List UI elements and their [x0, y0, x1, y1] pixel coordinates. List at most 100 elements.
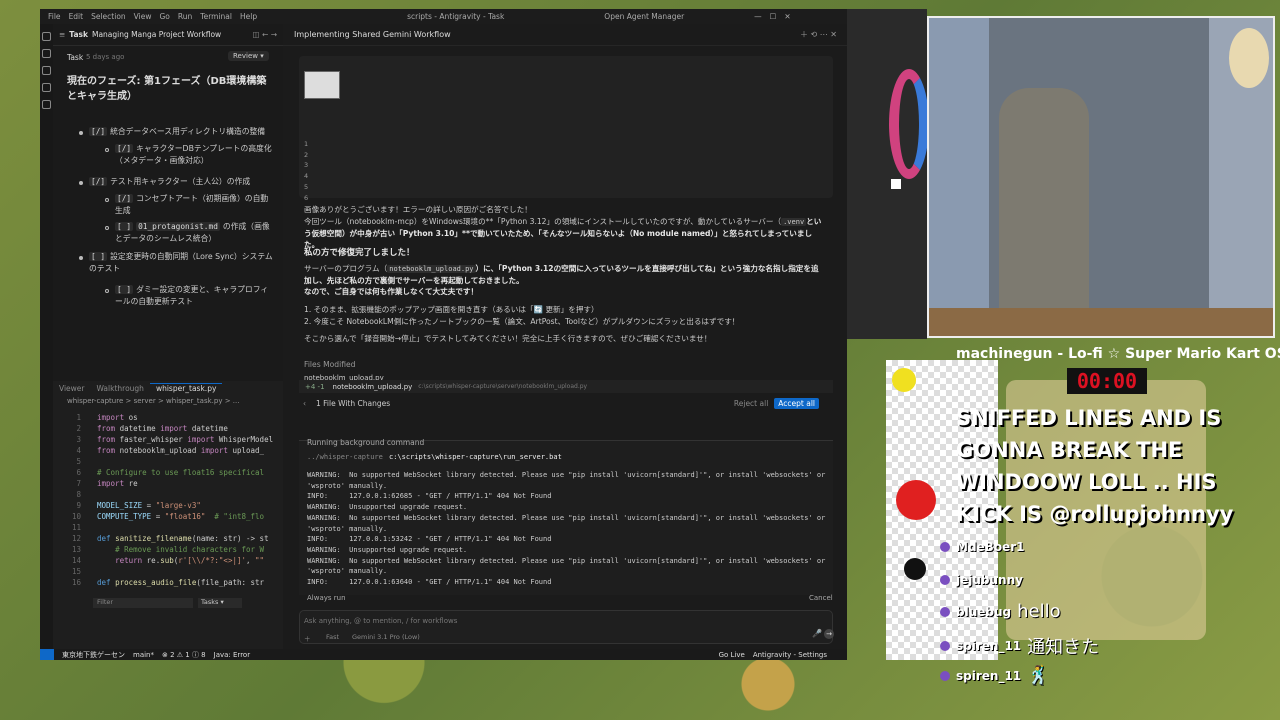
- line-number: 16: [71, 578, 81, 587]
- always-run-option[interactable]: Always run: [307, 594, 346, 602]
- code-line: from notebooklm_upload import upload_: [97, 446, 265, 455]
- line-number: 14: [71, 556, 81, 565]
- tasks-select[interactable]: Tasks ▾: [198, 598, 242, 608]
- menu-selection[interactable]: Selection: [91, 12, 126, 21]
- desk: [929, 308, 1273, 336]
- diff-stat: +4 -1: [305, 382, 325, 391]
- code-line: # Remove invalid characters for W: [115, 545, 265, 554]
- reject-all-button[interactable]: Reject all: [734, 399, 768, 408]
- code-line: COMPUTE_TYPE = "float16" # "int8_flo: [97, 512, 265, 521]
- filter-input[interactable]: Filter: [93, 598, 193, 608]
- color-wheel[interactable]: [889, 69, 929, 179]
- menu-help[interactable]: Help: [240, 12, 257, 21]
- run-debug-icon[interactable]: [42, 83, 51, 92]
- task-header-label: Task: [69, 30, 88, 39]
- menu-terminal[interactable]: Terminal: [200, 12, 232, 21]
- chat-input[interactable]: Ask anything, @ to mention, / for workfl…: [304, 617, 457, 625]
- avatar: [940, 575, 950, 585]
- task-item: [ ] 設定変更時の自動同期（Lore Sync）システムのテスト: [89, 252, 273, 273]
- terminal-line: WARNING: Unsupported upgrade request.: [307, 503, 468, 512]
- step-item: 1. そのまま、拡張機能のポップアップ画面を開き直す（あるいは「🔄 更新」を押す…: [304, 305, 599, 314]
- line-number: 8: [76, 490, 81, 499]
- review-button[interactable]: Review ▾: [228, 51, 269, 61]
- menu-view[interactable]: View: [134, 12, 152, 21]
- accept-all-button[interactable]: Accept all: [774, 397, 819, 409]
- activity-bar: [40, 24, 53, 649]
- send-icon[interactable]: →: [824, 629, 834, 639]
- terminal-panel: Running background command ../whisper-ca…: [299, 438, 833, 595]
- task-item: [ ] ダミー設定の変更と、キャラプロフィールの自動更新テスト: [115, 285, 269, 306]
- chat-text: 通知きた: [1027, 637, 1100, 658]
- remote-icon[interactable]: [40, 649, 54, 660]
- split-icon[interactable]: ◫ ← →: [253, 30, 277, 39]
- code-line: import re: [97, 479, 138, 488]
- chat-message: spiren_11 通知きた: [940, 633, 1099, 659]
- tab-viewer[interactable]: Viewer: [53, 384, 91, 393]
- message-heading: 私の方で修復完了しました！: [304, 248, 415, 258]
- extensions-icon[interactable]: [42, 100, 51, 109]
- explorer-icon[interactable]: [42, 32, 51, 41]
- tab-walkthrough[interactable]: Walkthrough: [91, 384, 150, 393]
- breadcrumb[interactable]: whisper-capture > server > whisper_task.…: [53, 395, 283, 407]
- chat-message: MdeBoer1: [940, 540, 1030, 554]
- menu-file[interactable]: File: [48, 12, 61, 21]
- color-swatch[interactable]: [891, 179, 901, 189]
- task-item: [ ] 01_protagonist.md の作成（画像とデータのシームレス統合）: [115, 222, 270, 243]
- terminal-line: WARNING: No supported WebSocket library …: [307, 471, 826, 479]
- stream-alert: SNIFFED LINES AND IS GONNA BREAK THE WIN…: [956, 406, 1234, 526]
- terminal-cwd: ../whisper-capture: [307, 453, 383, 461]
- bullet: [79, 131, 83, 135]
- chat-input-box[interactable]: Ask anything, @ to mention, / for workfl…: [299, 610, 834, 644]
- status-branch[interactable]: main*: [133, 651, 154, 659]
- code-editor[interactable]: Viewer Walkthrough whisper_task.py whisp…: [53, 381, 283, 649]
- minimize-icon[interactable]: —: [754, 12, 762, 21]
- status-problems[interactable]: ⊗ 2 ⚠ 1 ⓘ 8: [162, 650, 206, 660]
- status-workspace[interactable]: 東京地下鉄ゲーセン: [62, 650, 125, 660]
- stream-title: machinegun - Lo-fi ☆ Super Mario Kart OS: [956, 346, 1280, 362]
- line-number: 3: [76, 435, 81, 444]
- line-number: 5: [76, 457, 81, 466]
- changes-bar: ‹ 1 File With Changes Reject all Accept …: [299, 396, 833, 410]
- conversation-header: Implementing Shared Gemini Workflow ＋ ⟲ …: [283, 24, 847, 46]
- terminal-line: WARNING: No supported WebSocket library …: [307, 556, 826, 565]
- model-select[interactable]: Gemini 3.1 Pro (Low): [352, 633, 420, 641]
- line-number: 7: [76, 479, 81, 488]
- open-agent-manager-button[interactable]: Open Agent Manager: [604, 12, 684, 21]
- palette-dot: [904, 558, 926, 580]
- terminal-line: 'wsproto' manually.: [307, 524, 388, 533]
- mode-select[interactable]: Fast: [326, 633, 339, 641]
- message-paragraph: サーバーのプログラム（ notebooklm_upload.py ）に、「Pytho…: [304, 264, 819, 285]
- task-panel: Task 5 days ago Review ▾ 現在のフェーズ: 第1フェーズ…: [53, 46, 283, 381]
- new-chat-icon[interactable]: ＋ ⟲ ⋯ ✕: [800, 29, 837, 40]
- ide-window: File Edit Selection View Go Run Terminal…: [40, 9, 847, 660]
- chevron-left-icon[interactable]: ‹: [303, 399, 306, 408]
- line-number: 12: [71, 534, 81, 543]
- status-java[interactable]: Java: Error: [214, 651, 250, 659]
- status-bar: 東京地下鉄ゲーセン main* ⊗ 2 ⚠ 1 ⓘ 8 Java: Error …: [40, 649, 847, 660]
- maximize-icon[interactable]: ☐: [770, 12, 777, 21]
- mic-icon[interactable]: 🎤: [812, 629, 822, 638]
- line-number: 13: [71, 545, 81, 554]
- menu-edit[interactable]: Edit: [69, 12, 84, 21]
- tab-whisper-task[interactable]: whisper_task.py: [149, 383, 223, 393]
- menu-run[interactable]: Run: [178, 12, 192, 21]
- person: [999, 88, 1089, 336]
- chat-text: hello: [1017, 601, 1061, 622]
- task-header-title: Managing Manga Project Workflow: [91, 30, 222, 39]
- chat-username: spiren_11: [956, 668, 1022, 683]
- status-settings[interactable]: Antigravity - Settings: [753, 651, 827, 659]
- close-icon[interactable]: ✕: [784, 12, 790, 21]
- code-line: def process_audio_file(file_path: str: [97, 578, 265, 587]
- search-icon[interactable]: [42, 49, 51, 58]
- chat-message: spiren_11 🕺: [940, 665, 1050, 686]
- status-golive[interactable]: Go Live: [719, 651, 745, 659]
- code-line: def sanitize_filename(name: str) -> st: [97, 534, 269, 543]
- cancel-button[interactable]: Cancel: [809, 594, 833, 602]
- source-control-icon[interactable]: [42, 66, 51, 75]
- file-change-row[interactable]: +4 -1 notebooklm_upload.py c:\scripts\wh…: [299, 380, 833, 393]
- add-context-icon[interactable]: ＋: [304, 633, 311, 643]
- line-number: 1: [76, 413, 81, 422]
- menu-go[interactable]: Go: [159, 12, 169, 21]
- avatar: [940, 641, 950, 651]
- thumbnail-image[interactable]: [304, 71, 340, 99]
